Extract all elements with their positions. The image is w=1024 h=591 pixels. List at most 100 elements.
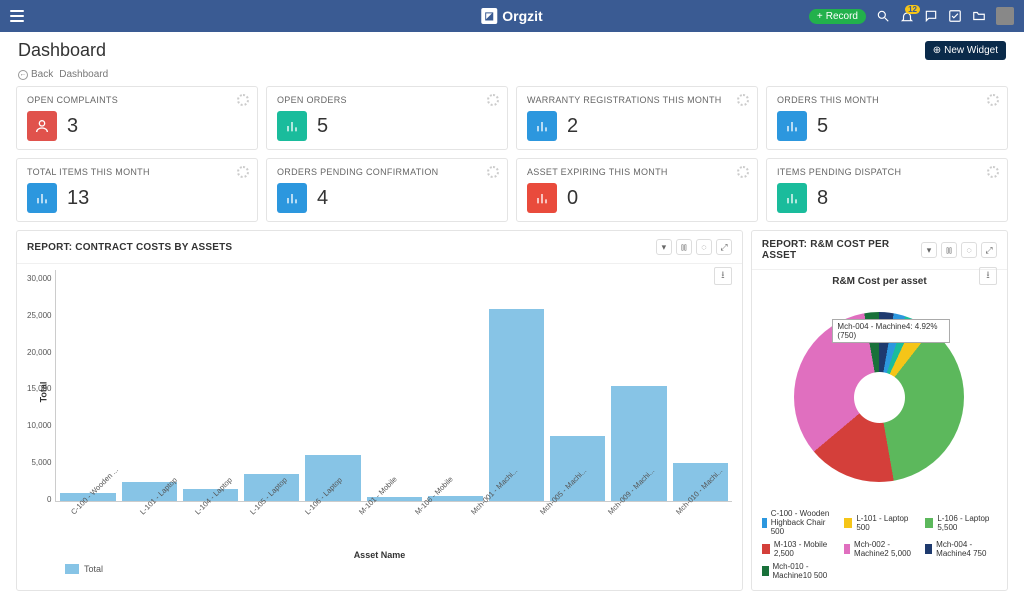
legend-swatch (844, 544, 850, 554)
loading-icon (987, 94, 999, 106)
loading-icon (237, 94, 249, 106)
bar-chart: 30,00025,00020,00015,00010,0005,0000 Tot… (17, 264, 742, 584)
metrics-grid: OPEN COMPLAINTS3OPEN ORDERS5WARRANTY REG… (0, 86, 1024, 222)
metric-icon (777, 111, 807, 141)
metric-title: OPEN COMPLAINTS (27, 95, 247, 105)
metric-card[interactable]: ORDERS PENDING CONFIRMATION4 (266, 158, 508, 222)
menu-icon[interactable] (10, 10, 24, 22)
legend-item[interactable]: L-101 - Laptop 500 (844, 509, 916, 536)
legend-item[interactable]: C-100 - Wooden Highback Chair 500 (762, 509, 834, 536)
new-widget-label: New Widget (944, 45, 998, 56)
metric-value: 4 (317, 187, 328, 210)
legend-item[interactable]: M-103 - Mobile 2,500 (762, 540, 834, 558)
metric-card[interactable]: TOTAL ITEMS THIS MONTH13 (16, 158, 258, 222)
legend-text: Mch-002 - Machine2 5,000 (854, 540, 915, 558)
reports-row: REPORT: CONTRACT COSTS BY ASSETS ▾ ⫾⫾ ◌ … (0, 222, 1024, 591)
chart-type-icon[interactable]: ⫾⫾ (676, 239, 692, 255)
check-icon[interactable] (948, 9, 962, 23)
back-label: Back (31, 69, 53, 80)
legend-label: Total (84, 564, 103, 574)
filter-icon[interactable]: ▾ (921, 242, 937, 258)
loading-icon (737, 166, 749, 178)
metric-value: 0 (567, 187, 578, 210)
brand-icon: ◪ (481, 8, 497, 24)
panel-title: REPORT: CONTRACT COSTS BY ASSETS (27, 242, 232, 253)
fullscreen-icon[interactable]: ⤢ (981, 242, 997, 258)
metric-card[interactable]: OPEN ORDERS5 (266, 86, 508, 150)
metric-icon (777, 183, 807, 213)
metric-icon (527, 183, 557, 213)
brand-text: Orgzit (502, 8, 542, 24)
metric-card[interactable]: WARRANTY REGISTRATIONS THIS MONTH2 (516, 86, 758, 150)
metric-title: ASSET EXPIRING THIS MONTH (527, 167, 747, 177)
ytick: 20,000 (27, 348, 51, 357)
loading-icon (987, 166, 999, 178)
record-button[interactable]: + Record (809, 9, 866, 24)
panel-toolbar: ▾ ⫾⫾ ◌ ⤢ (921, 242, 997, 258)
search-icon[interactable] (876, 9, 890, 23)
legend-swatch (65, 564, 79, 574)
loading-icon (237, 166, 249, 178)
page-title: Dashboard (18, 40, 106, 61)
panel-contract-costs: REPORT: CONTRACT COSTS BY ASSETS ▾ ⫾⫾ ◌ … (16, 230, 743, 591)
page-header: Dashboard ⊕ New Widget (0, 32, 1024, 69)
metric-card[interactable]: ITEMS PENDING DISPATCH8 (766, 158, 1008, 222)
back-icon: ← (18, 70, 28, 80)
metric-value: 5 (817, 115, 828, 138)
x-axis-label: Asset Name (27, 550, 732, 560)
pie-tooltip: Mch-004 - Machine4: 4.92% (750) (832, 319, 950, 343)
panel-toolbar: ▾ ⫾⫾ ◌ ⤢ (656, 239, 732, 255)
top-right-tools: + Record 12 (809, 7, 1014, 25)
metric-card[interactable]: ASSET EXPIRING THIS MONTH 0 (516, 158, 758, 222)
legend-item[interactable]: L-106 - Laptop 5,500 (925, 509, 997, 536)
pie-legend: C-100 - Wooden Highback Chair 500 L-101 -… (762, 509, 997, 580)
metric-icon (27, 183, 57, 213)
metric-value: 3 (67, 115, 78, 138)
bell-icon[interactable]: 12 (900, 9, 914, 23)
download-icon[interactable]: ⭳ (979, 267, 997, 285)
pie-subtitle: R&M Cost per asset (762, 276, 997, 287)
metric-card[interactable]: ORDERS THIS MONTH5 (766, 86, 1008, 150)
chart-type-icon[interactable]: ⫾⫾ (941, 242, 957, 258)
avatar[interactable] (996, 7, 1014, 25)
legend-text: L-101 - Laptop 500 (856, 514, 915, 532)
breadcrumb: ← Back Dashboard (0, 69, 1024, 86)
plus-icon: + (817, 11, 823, 22)
chat-icon[interactable] (924, 9, 938, 23)
loading-icon (487, 94, 499, 106)
back-button[interactable]: ← Back (18, 69, 53, 80)
metric-title: OPEN ORDERS (277, 95, 497, 105)
filter-icon[interactable]: ▾ (656, 239, 672, 255)
legend-item[interactable]: Mch-002 - Machine2 5,000 (844, 540, 916, 558)
legend-item[interactable]: Mch-004 - Machine4 750 (925, 540, 997, 558)
metric-icon (277, 111, 307, 141)
metric-icon (527, 111, 557, 141)
legend-swatch (762, 544, 770, 554)
bar-legend: Total (27, 564, 732, 574)
new-widget-button[interactable]: ⊕ New Widget (925, 41, 1006, 60)
metric-icon (277, 183, 307, 213)
metric-card[interactable]: OPEN COMPLAINTS 3 (16, 86, 258, 150)
legend-swatch (925, 544, 932, 554)
brand-logo[interactable]: ◪ Orgzit (481, 8, 542, 24)
pie-chart: R&M Cost per asset Mch-004 - Machine4: 4… (752, 270, 1007, 590)
legend-text: Mch-010 - Machine10 500 (773, 562, 834, 580)
ytick: 5,000 (27, 458, 51, 467)
refresh-icon[interactable]: ◌ (696, 239, 712, 255)
refresh-icon[interactable]: ◌ (961, 242, 977, 258)
crumb-current: Dashboard (59, 69, 108, 80)
metric-icon (27, 111, 57, 141)
panel-header: REPORT: CONTRACT COSTS BY ASSETS ▾ ⫾⫾ ◌ … (17, 231, 742, 264)
plus-icon: ⊕ (933, 45, 941, 56)
panel-header: REPORT: R&M COST PER ASSET ▾ ⫾⫾ ◌ ⤢ (752, 231, 1007, 270)
fullscreen-icon[interactable]: ⤢ (716, 239, 732, 255)
legend-item[interactable]: Mch-010 - Machine10 500 (762, 562, 834, 580)
y-axis-label: Total (39, 382, 49, 403)
legend-text: L-106 - Laptop 5,500 (937, 514, 997, 532)
metric-title: WARRANTY REGISTRATIONS THIS MONTH (527, 95, 747, 105)
legend-swatch (925, 518, 933, 528)
folder-icon[interactable] (972, 9, 986, 23)
ytick: 10,000 (27, 421, 51, 430)
legend-text: Mch-004 - Machine4 750 (936, 540, 997, 558)
download-icon[interactable]: ⭳ (714, 267, 732, 285)
